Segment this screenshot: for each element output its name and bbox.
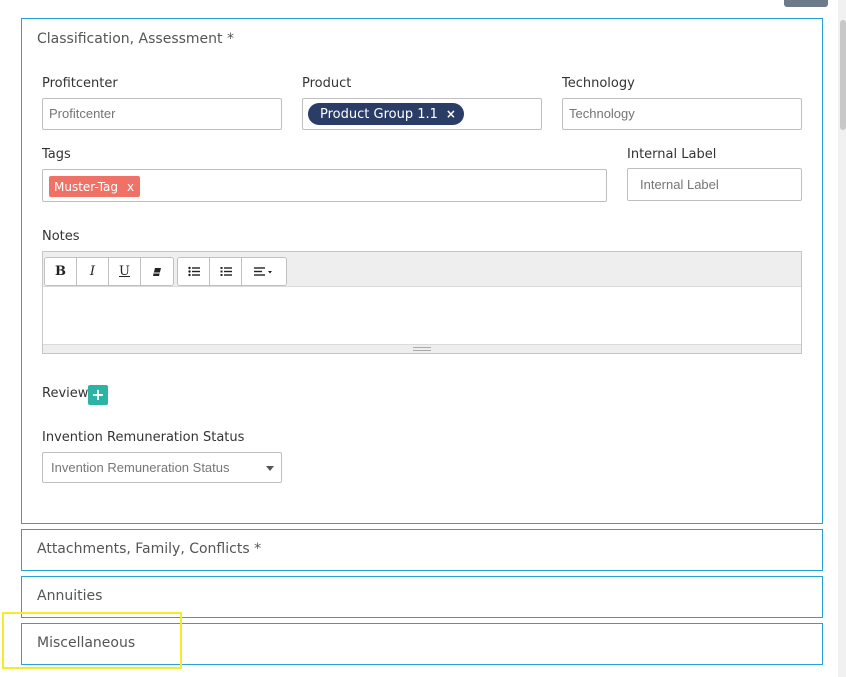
attachments-panel-title[interactable]: Attachments, Family, Conflicts * [37,541,261,557]
tag-chip-label: Muster-Tag [54,179,119,194]
profitcenter-input[interactable]: Profitcenter [42,98,282,130]
attachments-panel[interactable]: Attachments, Family, Conflicts * [21,529,823,571]
review-label: Review [42,386,89,401]
product-pill: Product Group 1.1 × [308,103,464,125]
miscellaneous-panel-title[interactable]: Miscellaneous [37,635,135,651]
profitcenter-placeholder: Profitcenter [49,106,116,121]
chevron-down-icon [266,466,274,471]
notes-label: Notes [42,229,80,244]
bold-button[interactable]: B [45,258,77,285]
technology-placeholder: Technology [569,106,635,121]
editor-resize-bar[interactable] [43,344,801,353]
miscellaneous-panel[interactable]: Miscellaneous [21,623,823,665]
remuneration-status-select[interactable]: Invention Remuneration Status [42,452,282,483]
classification-panel-title[interactable]: Classification, Assessment * [37,31,234,47]
align-icon[interactable] [242,258,286,285]
profitcenter-label: Profitcenter [42,76,118,91]
product-select[interactable]: Product Group 1.1 × [302,98,542,130]
tags-label: Tags [42,147,71,162]
unordered-list-icon[interactable] [178,258,210,285]
ordered-list-icon[interactable] [210,258,242,285]
tag-chip: Muster-Tag x [49,176,141,197]
add-review-button[interactable]: + [88,385,108,405]
format-button-group: B I U [44,257,174,286]
resize-grip-icon[interactable] [413,347,431,351]
remuneration-status-label: Invention Remuneration Status [42,430,245,445]
eraser-icon[interactable] [141,258,173,285]
italic-button[interactable]: I [77,258,109,285]
remuneration-status-placeholder: Invention Remuneration Status [51,460,230,475]
top-action-button[interactable] [784,0,828,7]
notes-toolbar: B I U [43,252,801,287]
product-pill-label: Product Group 1.1 [320,106,438,122]
classification-panel: Classification, Assessment * Profitcente… [21,18,823,524]
technology-input[interactable]: Technology [562,98,802,130]
internal-label-input[interactable]: Internal Label [627,168,802,201]
product-label: Product [302,76,352,91]
notes-editor[interactable]: B I U [42,251,802,354]
internal-label-placeholder: Internal Label [640,177,719,192]
annuities-panel-title[interactable]: Annuities [37,588,102,604]
scrollbar-thumb[interactable] [840,20,846,130]
annuities-panel[interactable]: Annuities [21,576,823,618]
list-button-group [177,257,287,286]
tags-input[interactable]: Muster-Tag x [42,169,607,202]
underline-button[interactable]: U [109,258,141,285]
technology-label: Technology [562,76,635,91]
remove-product-icon[interactable]: × [446,107,456,121]
remove-tag-icon[interactable]: x [127,180,134,194]
internal-label-label: Internal Label [627,147,717,162]
